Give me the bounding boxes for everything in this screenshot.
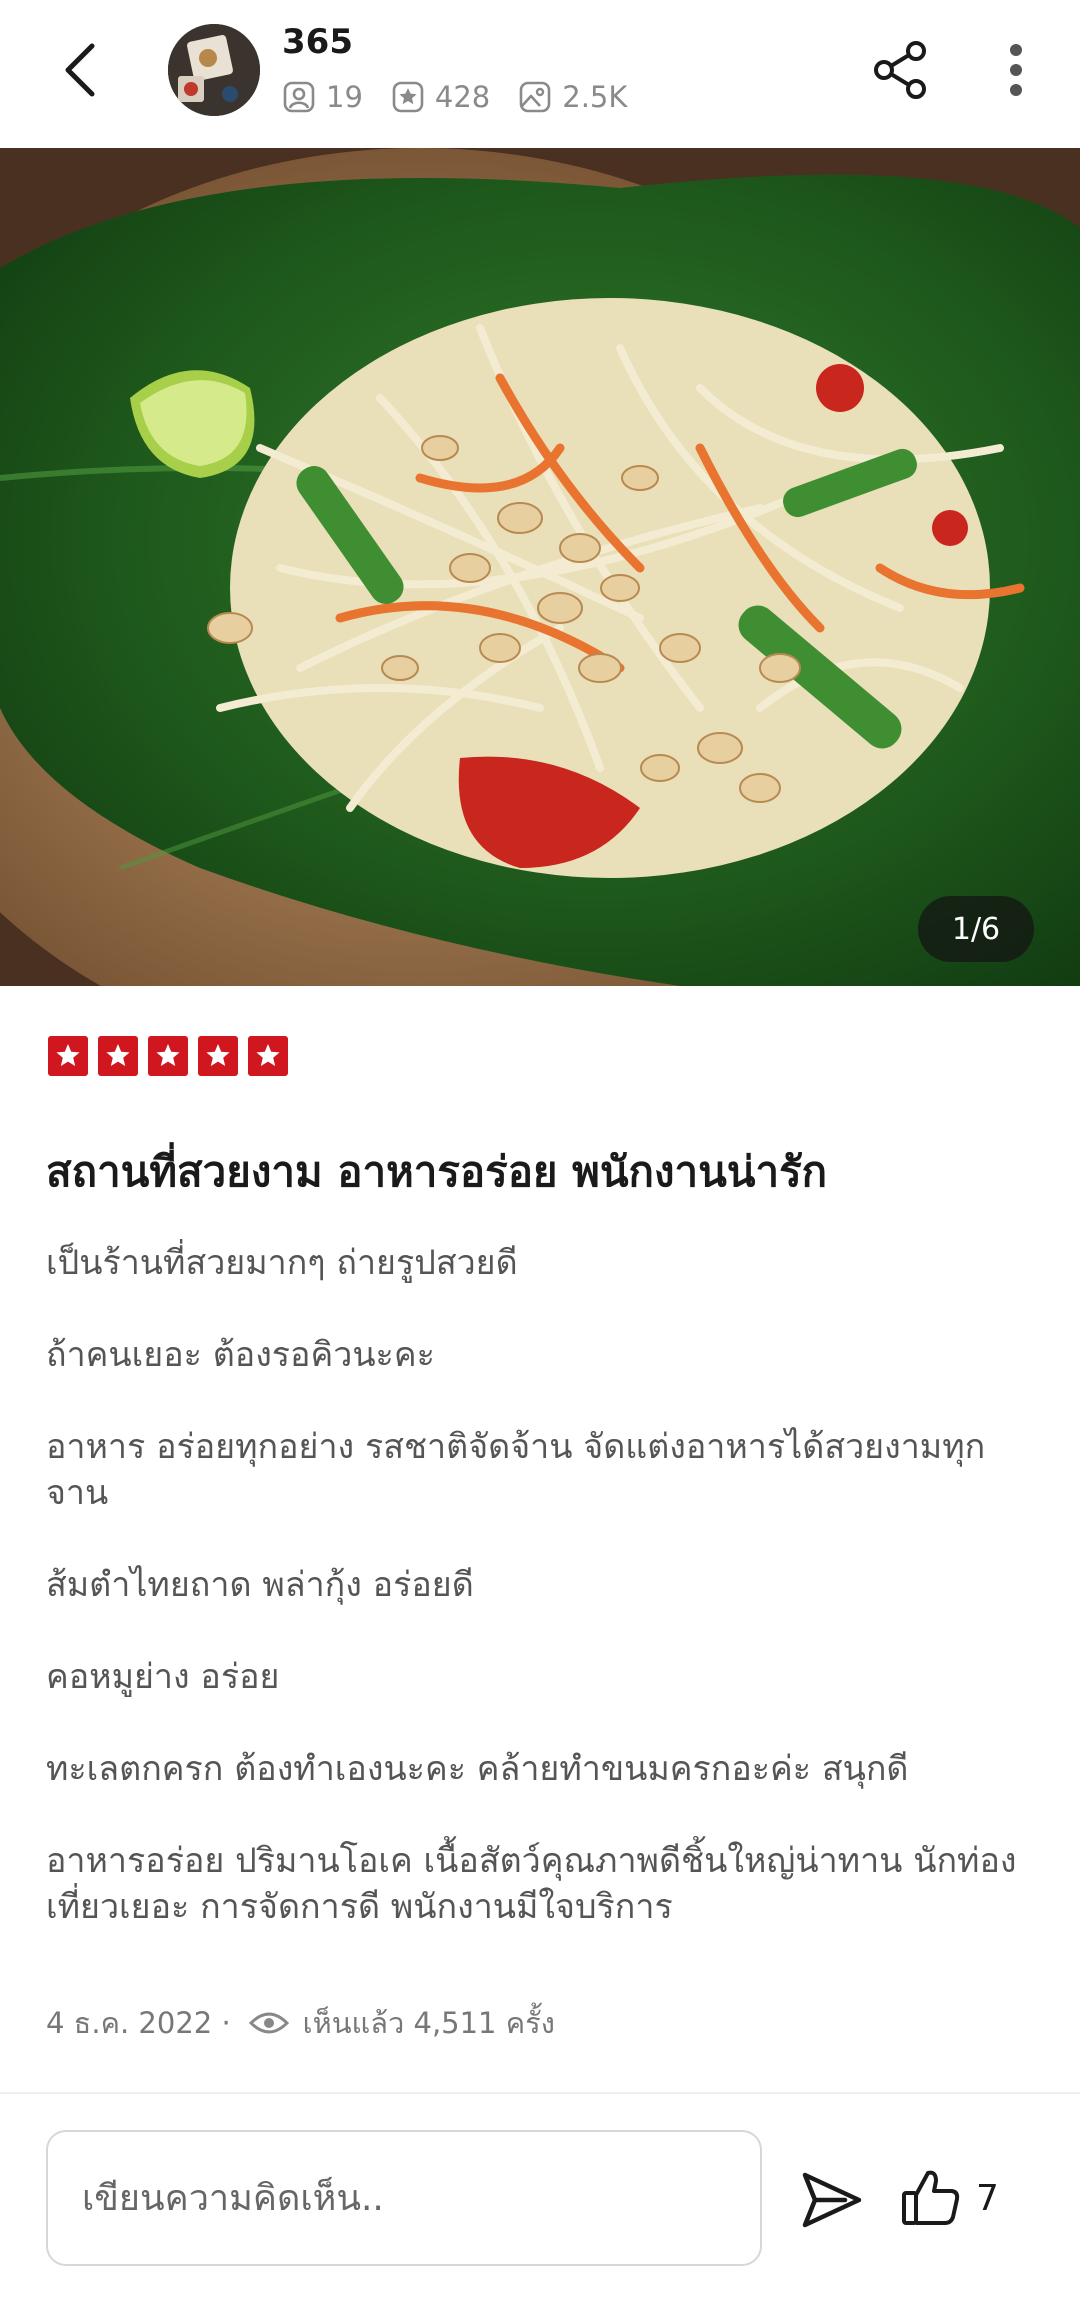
send-button[interactable] bbox=[796, 2164, 868, 2236]
review-paragraph: ส้มตำไทยถาด พล่ากุ้ง อร่อยดี bbox=[46, 1565, 474, 1605]
view-count: เห็นแล้ว 4,511 ครั้ง bbox=[302, 2006, 555, 2040]
send-icon bbox=[802, 2172, 862, 2228]
avatar[interactable] bbox=[168, 24, 260, 116]
star-icon bbox=[256, 1044, 280, 1066]
image-icon bbox=[519, 81, 551, 113]
thumbs-up-icon bbox=[902, 2170, 960, 2225]
food-photo-image bbox=[0, 148, 1080, 986]
rating-star bbox=[48, 1036, 88, 1076]
eye-icon bbox=[248, 2012, 289, 2034]
review-paragraph: คอหมูย่าง อร่อย bbox=[46, 1657, 280, 1697]
star-icon bbox=[156, 1044, 180, 1066]
user-icon bbox=[283, 81, 315, 113]
star-icon bbox=[56, 1044, 80, 1066]
review-paragraph: อาหารอร่อย ปริมานโอเค เนื้อสัตว์คุณภาพดี… bbox=[46, 1841, 1017, 1927]
review-body: เป็นร้านที่สวยมากๆ ถ่ายรูปสวยดี ถ้าคนเยอ… bbox=[46, 1240, 1036, 1976]
reviews-count: 428 bbox=[434, 80, 491, 114]
star-icon bbox=[206, 1044, 230, 1066]
user-name[interactable]: 365 bbox=[282, 22, 353, 62]
like-count: 7 bbox=[976, 2177, 999, 2219]
review-paragraph: อาหาร อร่อยทุกอย่าง รสชาติจัดจ้าน จัดแต่… bbox=[46, 1427, 986, 1513]
like-button[interactable]: 7 bbox=[900, 2158, 999, 2238]
chevron-left-icon bbox=[65, 43, 95, 97]
rating-star bbox=[248, 1036, 288, 1076]
comment-input[interactable] bbox=[46, 2130, 762, 2266]
photo-counter: 1/6 bbox=[918, 896, 1034, 962]
review-paragraph: เป็นร้านที่สวยมากๆ ถ่ายรูปสวยดี bbox=[46, 1243, 518, 1283]
rating-star bbox=[98, 1036, 138, 1076]
star-icon bbox=[392, 81, 424, 113]
review-paragraph: ถ้าคนเยอะ ต้องรอคิวนะคะ bbox=[46, 1335, 435, 1375]
review-photo[interactable]: 1/6 bbox=[0, 148, 1080, 986]
more-vertical-icon bbox=[1010, 44, 1022, 96]
star-icon bbox=[106, 1044, 130, 1066]
top-bar: 365 19 428 2.5K bbox=[0, 0, 1080, 148]
star-rating bbox=[48, 1036, 288, 1076]
photos-stat: 2.5K bbox=[518, 80, 627, 114]
back-button[interactable] bbox=[40, 30, 120, 110]
share-icon bbox=[874, 41, 926, 99]
review-paragraph: ทะเลตกครก ต้องทำเองนะคะ คล้ายทำขนมครกอะค… bbox=[46, 1749, 909, 1789]
user-stats: 19 428 2.5K bbox=[282, 80, 641, 114]
rating-star bbox=[148, 1036, 188, 1076]
photos-count: 2.5K bbox=[562, 80, 628, 114]
more-options-button[interactable] bbox=[986, 32, 1046, 108]
review-title: สถานที่สวยงาม อาหารอร่อย พนักงานน่ารัก bbox=[46, 1147, 828, 1196]
followers-count: 19 bbox=[326, 80, 363, 114]
reviews-stat: 428 bbox=[391, 80, 490, 114]
share-button[interactable] bbox=[862, 32, 938, 108]
review-meta: 4 ธ.ค. 2022 · เห็นแล้ว 4,511 ครั้ง bbox=[46, 2000, 555, 2046]
review-date: 4 ธ.ค. 2022 · bbox=[46, 2006, 231, 2040]
rating-star bbox=[198, 1036, 238, 1076]
divider bbox=[0, 2092, 1080, 2094]
followers-stat: 19 bbox=[282, 80, 363, 114]
